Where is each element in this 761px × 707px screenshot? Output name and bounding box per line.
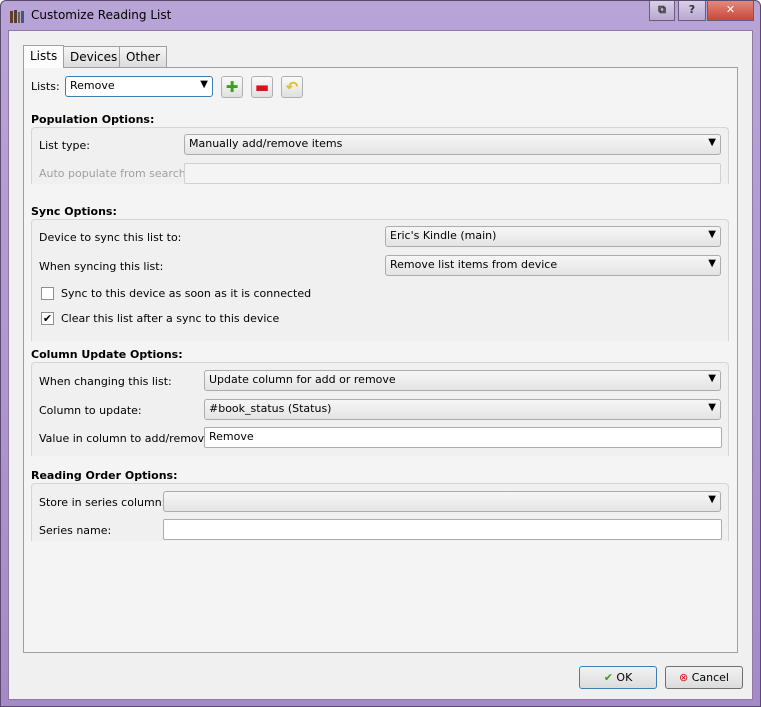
- cancel-button[interactable]: ⊗ Cancel: [665, 666, 743, 689]
- close-button[interactable]: ✕: [707, 1, 754, 21]
- auto-populate-label: Auto populate from search:: [39, 167, 190, 180]
- value-input[interactable]: Remove: [204, 427, 722, 448]
- column-group-title: Column Update Options:: [31, 348, 183, 361]
- when-syncing-label: When syncing this list:: [39, 260, 164, 273]
- tab-other[interactable]: Other: [119, 46, 168, 67]
- undo-icon: ↶: [285, 78, 299, 96]
- clear-list-label: Clear this list after a sync to this dev…: [61, 312, 280, 325]
- list-type-select[interactable]: Manually add/remove items ▼: [184, 134, 721, 155]
- when-syncing-select[interactable]: Remove list items from device ▼: [385, 255, 721, 276]
- undo-button[interactable]: ↶: [281, 76, 303, 98]
- sync-connected-label: Sync to this device as soon as it is con…: [61, 287, 312, 300]
- lists-value: Remove: [70, 79, 115, 92]
- chevron-down-icon: ▼: [708, 229, 716, 240]
- auto-populate-input[interactable]: [184, 163, 721, 184]
- ok-label: OK: [616, 671, 633, 684]
- reading-group-title: Reading Order Options:: [31, 469, 178, 482]
- device-value: Eric's Kindle (main): [390, 229, 497, 242]
- column-label: Column to update:: [39, 404, 142, 417]
- check-icon: ✔: [603, 671, 613, 684]
- restore-button[interactable]: ⧉: [649, 1, 675, 21]
- window-title: Customize Reading List: [31, 8, 172, 22]
- clear-list-checkbox[interactable]: ✔: [41, 312, 54, 325]
- close-icon: ✕: [725, 3, 736, 16]
- checkmark-icon: ✔: [42, 312, 53, 325]
- restore-icon: ⧉: [658, 3, 666, 16]
- cancel-label: Cancel: [691, 671, 729, 684]
- lists-label: Lists:: [31, 80, 60, 93]
- help-button[interactable]: ?: [678, 1, 706, 21]
- chevron-down-icon: ▼: [708, 137, 716, 148]
- tab-devices[interactable]: Devices: [63, 46, 125, 67]
- series-column-select[interactable]: ▼: [163, 491, 721, 512]
- help-icon: ?: [688, 3, 696, 16]
- chevron-down-icon: ▼: [708, 258, 716, 269]
- ok-button[interactable]: ✔ OK: [579, 666, 657, 689]
- plus-icon: ✚: [225, 78, 239, 96]
- device-label: Device to sync this list to:: [39, 231, 182, 244]
- device-select[interactable]: Eric's Kindle (main) ▼: [385, 226, 721, 247]
- minus-icon: ▬: [254, 78, 270, 96]
- population-group-title: Population Options:: [31, 113, 155, 126]
- series-column-label: Store in series column:: [39, 496, 166, 509]
- cancel-icon: ⊗: [679, 671, 689, 684]
- bookshelf-icon: [10, 10, 24, 23]
- sync-connected-checkbox[interactable]: [41, 287, 54, 300]
- when-changing-value: Update column for add or remove: [209, 373, 396, 386]
- when-changing-label: When changing this list:: [39, 375, 172, 388]
- chevron-down-icon: ▼: [708, 402, 716, 413]
- add-list-button[interactable]: ✚: [221, 76, 243, 98]
- tab-lists[interactable]: Lists: [23, 45, 65, 68]
- chevron-down-icon: ▼: [708, 494, 716, 505]
- list-type-label: List type:: [39, 139, 91, 152]
- column-value: #book_status (Status): [209, 402, 332, 415]
- chevron-down-icon: ▼: [708, 373, 716, 384]
- series-name-input[interactable]: [163, 519, 722, 540]
- lists-select[interactable]: Remove ▼: [65, 76, 213, 97]
- series-name-label: Series name:: [39, 524, 112, 537]
- chevron-down-icon: ▼: [200, 79, 208, 90]
- column-select[interactable]: #book_status (Status) ▼: [204, 399, 721, 420]
- when-changing-select[interactable]: Update column for add or remove ▼: [204, 370, 721, 391]
- list-type-value: Manually add/remove items: [189, 137, 343, 150]
- value-label: Value in column to add/remove:: [39, 432, 215, 445]
- when-syncing-value: Remove list items from device: [390, 258, 558, 271]
- sync-group-title: Sync Options:: [31, 205, 117, 218]
- remove-list-button[interactable]: ▬: [251, 76, 273, 98]
